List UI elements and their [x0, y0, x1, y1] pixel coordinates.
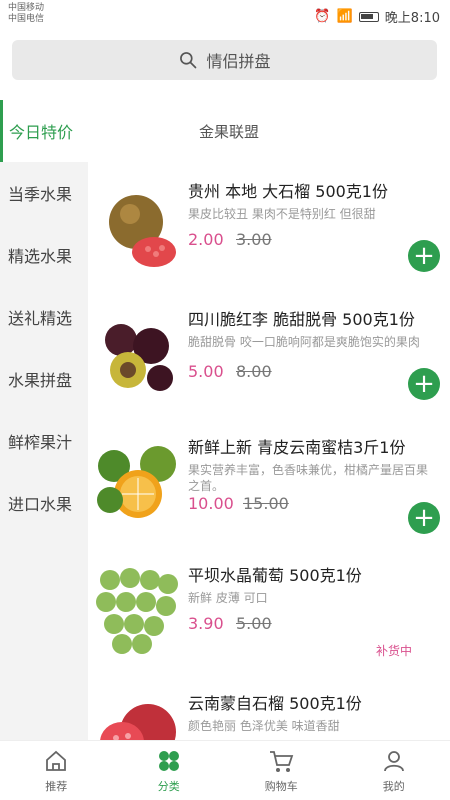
product-desc: 果实营养丰富，色香味兼优，柑橘产量居百果之首。 — [188, 463, 429, 493]
product-item[interactable]: 平坝水晶葡萄 500克1份 新鲜 皮薄 可口 3.90 5.00 补货中 — [88, 548, 450, 678]
add-to-cart-button[interactable]: + — [408, 240, 440, 272]
bottom-nav-category[interactable]: 分类 — [113, 741, 226, 800]
product-title: 四川脆红李 脆甜脱骨 500克1份 — [188, 310, 415, 329]
cart-icon — [270, 751, 294, 772]
bottom-nav-cart[interactable]: 购物车 — [225, 741, 338, 800]
search-bar[interactable]: 情侣拼盘 — [12, 40, 437, 80]
product-image-pomegranate — [96, 180, 181, 270]
product-title: 云南蒙自石榴 500克1份 — [188, 694, 362, 713]
product-list: 贵州 本地 大石榴 500克1份 果皮比较丑 果肉不是特别红 但很甜 2.00 … — [88, 164, 450, 740]
add-to-cart-button[interactable]: + — [408, 368, 440, 400]
product-old-price: 15.00 — [243, 494, 289, 513]
product-price: 3.90 — [188, 614, 224, 633]
category-gift-selection[interactable]: 送礼精选 — [0, 286, 88, 348]
product-image-tangerine — [96, 436, 181, 526]
product-desc: 颜色艳丽 色泽优美 味道香甜 — [188, 719, 340, 733]
product-desc: 脆甜脱骨 咬一口脆响阿都是爽脆饱实的果肉 — [188, 335, 420, 349]
signal-icon: 📶 — [336, 9, 353, 24]
restock-status: 补货中 — [375, 644, 412, 658]
category-today-special[interactable]: 今日特价 — [0, 100, 88, 162]
bottom-nav-cart-label: 购物车 — [264, 780, 298, 793]
product-desc: 果皮比较丑 果肉不是特别红 但很甜 — [188, 207, 376, 221]
product-item[interactable]: 新鲜上新 青皮云南蜜桔3斤1份 果实营养丰富，色香味兼优，柑橘产量居百果之首。 … — [88, 420, 450, 550]
category-fresh-juice[interactable]: 鲜榨果汁 — [0, 410, 88, 472]
bottom-nav: 推荐 分类 购物车 我的 — [0, 740, 450, 800]
product-title: 平坝水晶葡萄 500克1份 — [188, 566, 362, 585]
tab-golden-fruit-alliance[interactable]: 金果联盟 — [199, 121, 259, 142]
product-image-pomegranate-red — [96, 692, 181, 740]
battery-icon — [358, 11, 379, 22]
bottom-nav-profile[interactable]: 我的 — [338, 741, 450, 800]
product-desc: 新鲜 皮薄 可口 — [188, 591, 268, 605]
bottom-nav-profile-label: 我的 — [382, 780, 405, 793]
category-imported-fruit[interactable]: 进口水果 — [0, 472, 88, 534]
carrier-1: 中国移动 — [8, 3, 45, 13]
bottom-nav-home-label: 推荐 — [45, 780, 68, 793]
status-indicators: ⏰ 📶 晚上8:10 — [314, 7, 440, 26]
product-old-price: 8.00 — [236, 362, 272, 381]
add-to-cart-button[interactable]: + — [408, 502, 440, 534]
product-image-plum — [96, 308, 181, 398]
carrier-info: 中国移动 中国电信 — [8, 3, 44, 25]
search-placeholder: 情侣拼盘 — [206, 52, 271, 71]
product-price: 5.00 — [188, 362, 224, 381]
product-old-price: 3.00 — [236, 230, 272, 249]
product-item[interactable]: 贵州 本地 大石榴 500克1份 果皮比较丑 果肉不是特别红 但很甜 2.00 … — [88, 164, 450, 294]
product-title: 新鲜上新 青皮云南蜜桔3斤1份 — [188, 438, 406, 457]
search-icon — [180, 52, 197, 69]
category-sidebar: 今日特价 当季水果 精选水果 送礼精选 水果拼盘 鲜榨果汁 进口水果 — [0, 100, 88, 740]
category-icon — [158, 751, 179, 771]
status-bar: 中国移动 中国电信 ⏰ 📶 晚上8:10 — [0, 0, 450, 30]
category-selected-fruit[interactable]: 精选水果 — [0, 224, 88, 286]
category-fruit-platter[interactable]: 水果拼盘 — [0, 348, 88, 410]
top-tabs: 金果联盟 — [88, 100, 450, 162]
carrier-2: 中国电信 — [8, 14, 45, 24]
home-icon — [46, 750, 67, 771]
clock: 晚上8:10 — [384, 11, 440, 26]
product-item[interactable]: 四川脆红李 脆甜脱骨 500克1份 脆甜脱骨 咬一口脆响阿都是爽脆饱实的果肉 5… — [88, 292, 450, 422]
product-old-price: 5.00 — [236, 614, 272, 633]
category-seasonal-fruit[interactable]: 当季水果 — [0, 162, 88, 224]
profile-icon — [383, 751, 404, 772]
bottom-nav-category-label: 分类 — [157, 780, 180, 793]
alarm-icon: ⏰ — [314, 9, 331, 24]
product-item[interactable]: 云南蒙自石榴 500克1份 颜色艳丽 色泽优美 味道香甜 — [88, 676, 450, 740]
product-title: 贵州 本地 大石榴 500克1份 — [188, 182, 388, 201]
product-price: 2.00 — [188, 230, 224, 249]
product-price: 10.00 — [188, 494, 234, 513]
bottom-nav-home[interactable]: 推荐 — [0, 741, 113, 800]
product-image-grape — [96, 564, 181, 654]
